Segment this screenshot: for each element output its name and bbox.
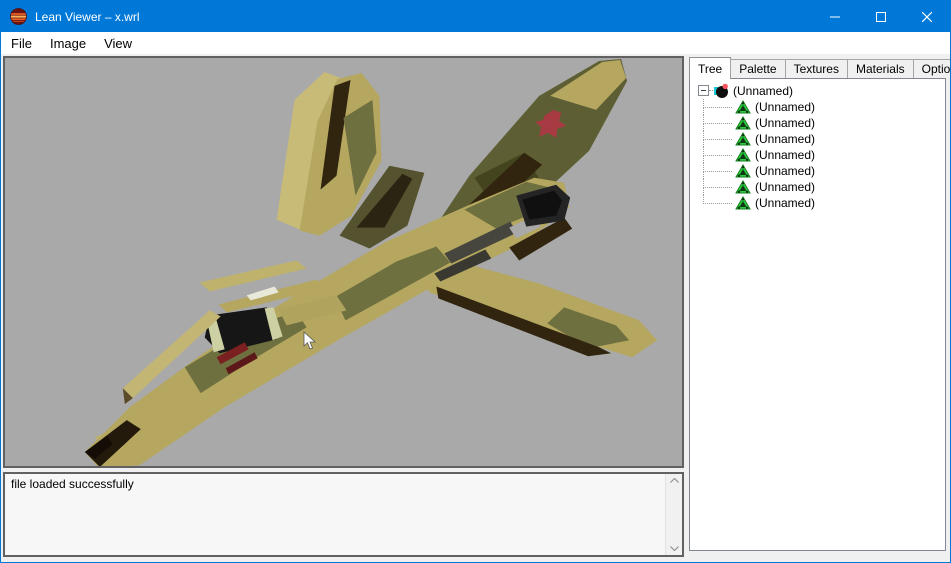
- right-panel: Tree Palette Textures Materials Options …: [689, 56, 948, 557]
- mesh-triangle-icon: [735, 147, 751, 163]
- tree-root-node[interactable]: (Unnamed): [690, 82, 945, 99]
- maximize-icon: [876, 12, 886, 22]
- minimize-icon: [830, 12, 840, 22]
- left-column: file loaded successfully: [3, 56, 684, 557]
- collapse-expander-icon[interactable]: [698, 85, 709, 96]
- maximize-button[interactable]: [858, 1, 904, 32]
- close-button[interactable]: [904, 1, 950, 32]
- tree-node-label: (Unnamed): [733, 84, 793, 98]
- menu-item-view[interactable]: View: [95, 34, 141, 53]
- log-message: file loaded successfully: [5, 474, 682, 494]
- tree-node-label: (Unnamed): [755, 180, 815, 194]
- app-window: Lean Viewer – x.wrl File Image View: [0, 0, 951, 563]
- tree-node-label: (Unnamed): [755, 116, 815, 130]
- mesh-triangle-icon: [735, 195, 751, 211]
- tab-options[interactable]: Options: [913, 59, 951, 78]
- tree-child-node[interactable]: (Unnamed): [690, 115, 945, 131]
- mesh-triangle-icon: [735, 115, 751, 131]
- menu-item-file[interactable]: File: [2, 34, 41, 53]
- tree-child-node[interactable]: (Unnamed): [690, 131, 945, 147]
- window-title: Lean Viewer – x.wrl: [35, 10, 140, 24]
- log-scrollbar[interactable]: [665, 474, 682, 555]
- tree-child-node[interactable]: (Unnamed): [690, 195, 945, 211]
- tab-strip: Tree Palette Textures Materials Options: [689, 56, 946, 78]
- scroll-down-button[interactable]: [670, 546, 679, 551]
- content-area: file loaded successfully Tree Palette Te…: [1, 54, 950, 562]
- mesh-triangle-icon: [735, 163, 751, 179]
- tree-node-label: (Unnamed): [755, 148, 815, 162]
- tab-textures[interactable]: Textures: [785, 59, 848, 78]
- tree-child-node[interactable]: (Unnamed): [690, 99, 945, 115]
- mesh-triangle-icon: [735, 179, 751, 195]
- mesh-triangle-icon: [735, 99, 751, 115]
- scene-node-icon: [713, 83, 729, 99]
- tree-child-node[interactable]: (Unnamed): [690, 147, 945, 163]
- tab-materials[interactable]: Materials: [847, 59, 914, 78]
- close-icon: [922, 12, 932, 22]
- tree-child-node[interactable]: (Unnamed): [690, 179, 945, 195]
- app-logo-icon: [10, 8, 27, 25]
- mesh-triangle-icon: [735, 131, 751, 147]
- tab-palette[interactable]: Palette: [730, 59, 785, 78]
- scene-tree: (Unnamed) (Unnamed) (Unnamed) (Unnamed): [689, 78, 946, 551]
- log-panel: file loaded successfully: [3, 472, 684, 557]
- tree-node-label: (Unnamed): [755, 100, 815, 114]
- mouse-cursor-icon: [303, 331, 317, 351]
- jet-model-image: [5, 58, 682, 466]
- menu-item-image[interactable]: Image: [41, 34, 95, 53]
- caption-buttons: [812, 1, 950, 32]
- tree-node-label: (Unnamed): [755, 164, 815, 178]
- tree-node-label: (Unnamed): [755, 132, 815, 146]
- model-viewport[interactable]: [3, 56, 684, 468]
- title-bar: Lean Viewer – x.wrl: [1, 1, 950, 32]
- minimize-button[interactable]: [812, 1, 858, 32]
- menu-bar: File Image View: [1, 32, 950, 54]
- tab-tree[interactable]: Tree: [689, 57, 731, 79]
- tree-node-label: (Unnamed): [755, 196, 815, 210]
- tree-children: (Unnamed) (Unnamed) (Unnamed) (Unnamed): [690, 99, 945, 211]
- scroll-up-button[interactable]: [670, 478, 679, 483]
- tree-child-node[interactable]: (Unnamed): [690, 163, 945, 179]
